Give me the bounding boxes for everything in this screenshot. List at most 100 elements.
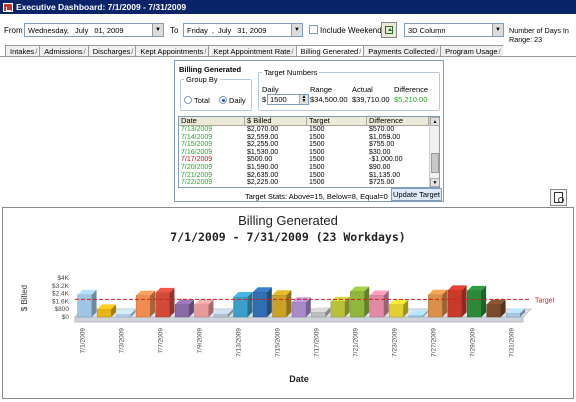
grid-cell-billed: $500.00 bbox=[247, 156, 273, 164]
grid-body: 7/13/2009 $2,070.00 1500 $570.00 7/14/2009 $2… bbox=[179, 126, 439, 188]
from-day: Wednesday, bbox=[28, 25, 69, 35]
daily-target-spinner[interactable]: 1500 ▲ ▼ bbox=[267, 94, 309, 105]
chart-type-dropdown-arrow-icon[interactable]: ▼ bbox=[492, 24, 503, 36]
chart-bar bbox=[155, 292, 170, 318]
grid-cell-difference: $725.00 bbox=[369, 179, 395, 187]
billing-panel: Billing Generated Group By Total Daily T… bbox=[174, 60, 444, 202]
grid-cell-billed: $1,282.00 bbox=[245, 187, 307, 188]
table-row[interactable]: 7/22/2009 $2,225.00 1500 $725.00 bbox=[179, 179, 439, 187]
table-row[interactable]: 7/21/2009 $2,635.00 1500 $1,135.00 bbox=[179, 172, 439, 180]
grid-col-billed[interactable]: $ Billed bbox=[245, 117, 307, 125]
grid-cell-billed: $2,225.00 bbox=[247, 179, 279, 187]
grid-cell-difference: $755.00 bbox=[369, 141, 395, 149]
spinner-arrows-icon[interactable]: ▲ ▼ bbox=[299, 95, 308, 104]
chart-bar bbox=[408, 315, 424, 318]
window-titlebar: Executive Dashboard: 7/1/2009 - 7/31/200… bbox=[0, 0, 576, 14]
y-axis-label: $ Billed bbox=[20, 285, 29, 311]
from-date-picker[interactable]: Wednesday, July 01, 2009 ▼ bbox=[24, 23, 164, 37]
table-row[interactable]: 7/14/2009 $2,559.00 1500 $1,059.00 bbox=[179, 134, 439, 142]
grid-cell-difference: $90.00 bbox=[369, 163, 391, 171]
refresh-button[interactable] bbox=[381, 22, 397, 38]
days-in-range: Number of Days In Range: 23 bbox=[509, 26, 569, 44]
x-tick-label: 7/15/2009 bbox=[275, 328, 282, 357]
chart-bar bbox=[252, 291, 268, 318]
target-line-label: Target bbox=[535, 297, 555, 304]
panel-title: Billing Generated bbox=[179, 65, 242, 74]
group-by-label: Group By bbox=[184, 75, 220, 84]
grid-cell-target: 1500 bbox=[309, 148, 325, 156]
chart-bar bbox=[428, 294, 443, 318]
scroll-down-icon[interactable]: ▼ bbox=[430, 178, 439, 187]
grid-cell-target: 1500 bbox=[309, 171, 325, 179]
chart-bar bbox=[291, 301, 307, 318]
grid-col-difference[interactable]: Difference bbox=[367, 117, 429, 125]
include-weekends-checkbox[interactable] bbox=[309, 25, 318, 34]
grid-header: Date $ Billed Target Difference bbox=[179, 117, 439, 126]
chart-bar bbox=[174, 304, 190, 318]
from-dropdown-arrow-icon[interactable]: ▼ bbox=[152, 24, 163, 36]
grid-col-target[interactable]: Target bbox=[307, 117, 367, 125]
grid-cell-billed: $2,070.00 bbox=[247, 126, 279, 133]
dashboard-app-icon bbox=[3, 2, 13, 12]
tab-divider bbox=[0, 56, 576, 57]
to-date-picker[interactable]: Friday , July 31, 2009 ▼ bbox=[183, 23, 303, 37]
x-tick-label: 7/29/2009 bbox=[469, 328, 476, 357]
billing-grid[interactable]: Date $ Billed Target Difference 7/13/200… bbox=[178, 116, 440, 188]
grid-cell-billed: $2,255.00 bbox=[247, 141, 279, 149]
total-radio[interactable] bbox=[184, 96, 192, 104]
chart-bar bbox=[194, 304, 209, 318]
grid-cell-target: 1500 bbox=[307, 187, 367, 188]
table-row[interactable]: 7/20/2009 $1,590.00 1500 $90.00 bbox=[179, 164, 439, 172]
scroll-thumb[interactable] bbox=[431, 153, 439, 173]
chart-bar bbox=[213, 313, 229, 318]
chart-bar-side bbox=[267, 287, 272, 317]
table-row[interactable]: 7/13/2009 $2,070.00 1500 $570.00 bbox=[179, 126, 439, 134]
grid-cell-difference: $30.00 bbox=[369, 148, 391, 156]
grid-col-date[interactable]: Date bbox=[179, 117, 245, 125]
x-tick-label: 7/23/2009 bbox=[391, 328, 398, 357]
chart-bar bbox=[116, 313, 131, 318]
from-date: 01, 2009 bbox=[94, 25, 124, 35]
to-sep: , bbox=[211, 25, 214, 35]
grid-scrollbar[interactable]: ▲ ▼ bbox=[429, 117, 439, 187]
chart-bar bbox=[330, 301, 346, 318]
from-month: July bbox=[75, 25, 89, 35]
range-header: Range bbox=[310, 85, 333, 94]
x-tick-label: 7/9/2009 bbox=[197, 328, 204, 354]
chart-bar-side bbox=[442, 289, 448, 317]
chart-bar bbox=[369, 295, 385, 318]
x-axis-label: Date bbox=[289, 374, 309, 384]
chart-bar bbox=[389, 304, 404, 318]
grid-cell-target: 1500 bbox=[309, 141, 325, 149]
grid-cell-date: 7/13/2009 bbox=[181, 126, 213, 133]
total-label: Total bbox=[194, 96, 210, 105]
chart-type-select[interactable]: 3D Column ▼ bbox=[404, 23, 504, 37]
scroll-up-icon[interactable]: ▲ bbox=[430, 117, 439, 126]
chart-bar bbox=[96, 308, 112, 318]
daily-target-value: 1500 bbox=[270, 95, 287, 104]
table-row[interactable]: 7/17/2009 $500.00 1500 -$1,000.00 bbox=[179, 156, 439, 164]
chart-bar bbox=[447, 289, 463, 318]
difference-header: Difference bbox=[394, 85, 429, 94]
chart-bar bbox=[505, 312, 521, 318]
to-dropdown-arrow-icon[interactable]: ▼ bbox=[291, 24, 302, 36]
chart-bar-side bbox=[91, 289, 97, 317]
table-row[interactable]: 7/16/2009 $1,530.00 1500 $30.00 bbox=[179, 149, 439, 157]
update-target-button[interactable]: Update Target bbox=[391, 188, 442, 201]
daily-radio[interactable] bbox=[219, 96, 227, 104]
print-preview-button[interactable] bbox=[550, 189, 567, 206]
chart-type-value: 3D Column bbox=[408, 25, 446, 35]
grid-cell-billed: $2,635.00 bbox=[247, 171, 279, 179]
chart-bar bbox=[77, 294, 93, 318]
grid-cell-difference: -$1,000.00 bbox=[369, 156, 403, 164]
to-day: Friday bbox=[187, 25, 208, 35]
chart-floor-edge bbox=[74, 316, 524, 323]
include-weekends-label: Include Weekends bbox=[320, 26, 386, 35]
grid-cell-difference: $1,059.00 bbox=[369, 133, 401, 141]
grid-cell-date: 7/21/2009 bbox=[181, 171, 213, 179]
x-tick-label: 7/7/2009 bbox=[158, 328, 165, 354]
table-row[interactable]: 7/15/2009 $2,255.00 1500 $755.00 bbox=[179, 141, 439, 149]
y-tick-label: $0 bbox=[62, 314, 70, 321]
grid-cell-date: 7/15/2009 bbox=[181, 141, 213, 149]
x-tick-label: 7/21/2009 bbox=[352, 328, 359, 357]
